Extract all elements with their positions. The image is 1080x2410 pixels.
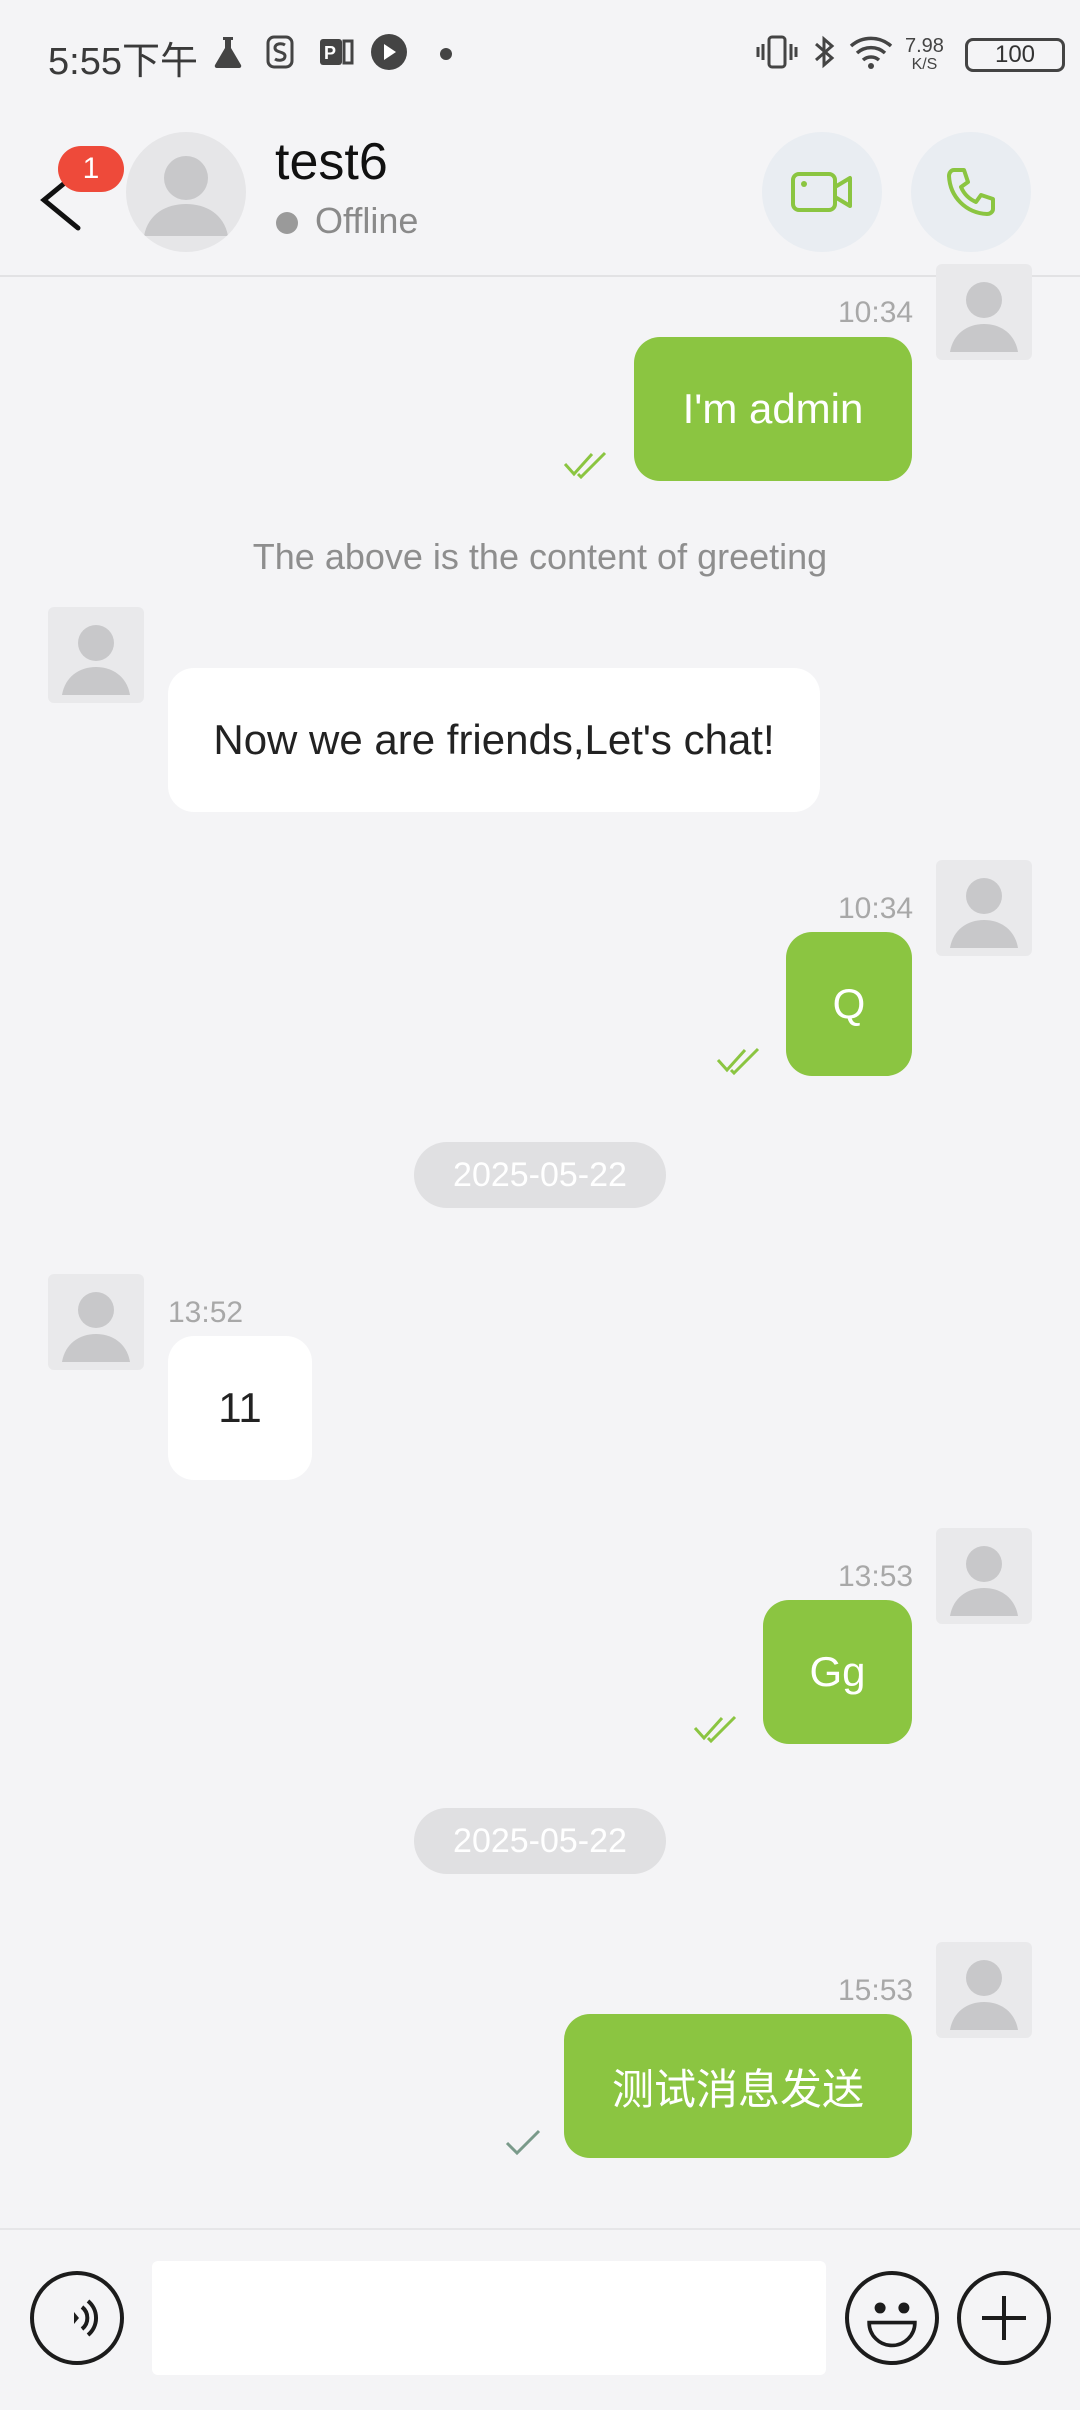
incoming-message[interactable]: 11 bbox=[168, 1336, 312, 1480]
unread-badge: 1 bbox=[58, 146, 124, 192]
network-speed: 7.98 K/S bbox=[905, 36, 944, 74]
my-avatar[interactable] bbox=[936, 1528, 1032, 1624]
outgoing-message[interactable]: Q bbox=[786, 932, 912, 1076]
avatar-placeholder-icon bbox=[950, 282, 1018, 352]
bluetooth-icon bbox=[810, 32, 840, 72]
double-check-icon bbox=[716, 1047, 760, 1076]
voice-input-button[interactable] bbox=[30, 2271, 124, 2365]
battery-indicator: 100 bbox=[965, 38, 1065, 72]
app-circle-icon bbox=[368, 32, 410, 72]
avatar-placeholder-icon bbox=[62, 1292, 130, 1362]
video-call-button[interactable] bbox=[762, 132, 882, 252]
video-call-icon bbox=[791, 172, 852, 212]
message-time: 13:53 bbox=[838, 1560, 914, 1593]
plus-icon bbox=[982, 2296, 1026, 2340]
message-time: 10:34 bbox=[838, 296, 914, 329]
svg-text:P: P bbox=[324, 43, 336, 63]
contact-avatar[interactable] bbox=[126, 132, 246, 252]
single-check-icon bbox=[505, 2129, 541, 2156]
avatar-placeholder-icon bbox=[950, 878, 1018, 948]
contact-avatar-small[interactable] bbox=[48, 607, 144, 703]
double-check-icon bbox=[563, 451, 607, 480]
avatar-placeholder-icon bbox=[62, 625, 130, 695]
greeting-note: The above is the content of greeting bbox=[252, 536, 828, 577]
notification-dot bbox=[440, 48, 452, 60]
status-dot bbox=[276, 212, 298, 234]
my-avatar[interactable] bbox=[936, 264, 1032, 360]
app-s-icon bbox=[262, 32, 298, 72]
avatar-placeholder-icon bbox=[144, 156, 228, 236]
doc-p-icon: P bbox=[316, 32, 356, 72]
outgoing-message[interactable]: 测试消息发送 bbox=[564, 2014, 912, 2158]
date-divider: 2025-05-22 bbox=[414, 1808, 666, 1874]
phone-icon bbox=[947, 168, 995, 216]
vibrate-icon bbox=[755, 32, 799, 72]
status-time: 5:55下午 bbox=[48, 41, 198, 83]
my-avatar[interactable] bbox=[936, 860, 1032, 956]
contact-name: test6 bbox=[275, 133, 388, 191]
net-speed-value: 7.98 bbox=[905, 35, 944, 57]
outgoing-message[interactable]: Gg bbox=[763, 1600, 912, 1744]
wifi-icon bbox=[848, 32, 894, 72]
emoji-icon bbox=[867, 2302, 917, 2348]
more-options-button[interactable] bbox=[957, 2271, 1051, 2365]
flask-icon bbox=[210, 32, 246, 72]
emoji-button[interactable] bbox=[845, 2271, 939, 2365]
message-time: 15:53 bbox=[838, 1974, 914, 2007]
contact-status: Offline bbox=[315, 200, 419, 241]
message-input[interactable] bbox=[152, 2261, 826, 2375]
message-time: 10:34 bbox=[838, 892, 914, 925]
voice-icon bbox=[74, 2299, 99, 2337]
my-avatar[interactable] bbox=[936, 1942, 1032, 2038]
message-time: 13:52 bbox=[168, 1296, 244, 1329]
incoming-message[interactable]: Now we are friends,Let's chat! bbox=[168, 668, 820, 812]
net-speed-unit: K/S bbox=[911, 56, 938, 73]
date-divider: 2025-05-22 bbox=[414, 1142, 666, 1208]
avatar-placeholder-icon bbox=[950, 1960, 1018, 2030]
outgoing-message[interactable]: I'm admin bbox=[634, 337, 912, 481]
contact-avatar-small[interactable] bbox=[48, 1274, 144, 1370]
voice-call-button[interactable] bbox=[911, 132, 1031, 252]
double-check-icon bbox=[693, 1715, 737, 1744]
avatar-placeholder-icon bbox=[950, 1546, 1018, 1616]
